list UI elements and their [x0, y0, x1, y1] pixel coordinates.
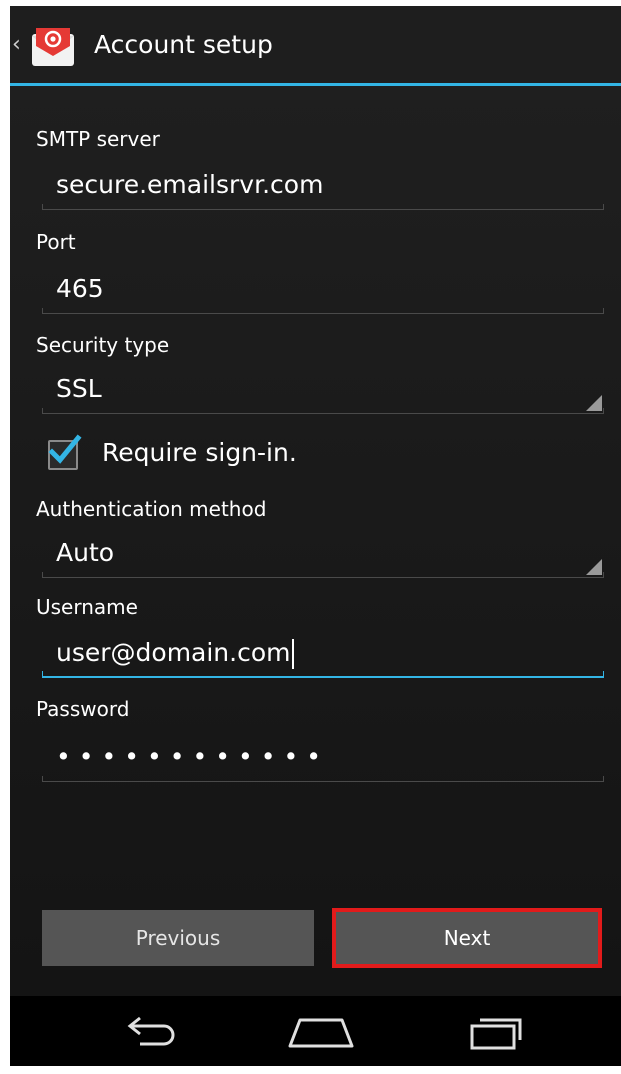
phone-screen: ‹ Account setup SMTP server secure.email…	[10, 6, 621, 1066]
auth-method-label: Authentication method	[36, 497, 267, 521]
previous-button[interactable]: Previous	[42, 910, 314, 966]
recent-apps-icon[interactable]	[464, 1010, 526, 1054]
back-icon[interactable]	[118, 1010, 180, 1054]
password-label: Password	[36, 697, 130, 721]
up-caret-icon[interactable]: ‹	[12, 34, 21, 56]
spinner-arrow-icon	[586, 395, 602, 411]
port-value: 465	[56, 274, 104, 303]
username-input[interactable]: user@domain.com	[42, 632, 604, 678]
password-input[interactable]: ••••••••••••	[42, 736, 604, 782]
spinner-arrow-icon	[586, 559, 602, 575]
field-underline-focused	[42, 671, 604, 678]
smtp-server-input[interactable]: secure.emailsrvr.com	[42, 164, 604, 210]
field-underline	[42, 408, 604, 414]
username-label: Username	[36, 595, 138, 619]
auth-method-value: Auto	[56, 538, 115, 567]
field-underline	[42, 308, 604, 314]
next-button[interactable]: Next	[332, 908, 602, 968]
security-type-value: SSL	[56, 374, 102, 403]
checkmark-icon	[48, 434, 82, 464]
require-signin-label[interactable]: Require sign-in.	[102, 436, 297, 470]
action-bar: ‹ Account setup	[10, 6, 621, 86]
security-type-spinner[interactable]: SSL	[42, 368, 604, 414]
field-underline	[42, 572, 604, 578]
form-content: SMTP server secure.emailsrvr.com Port 46…	[10, 86, 621, 996]
port-label: Port	[36, 230, 76, 254]
security-type-label: Security type	[36, 333, 170, 357]
username-value: user@domain.com	[56, 638, 291, 667]
home-icon[interactable]	[286, 1010, 356, 1054]
email-app-icon[interactable]	[30, 24, 76, 70]
auth-method-spinner[interactable]: Auto	[42, 532, 604, 578]
smtp-server-label: SMTP server	[36, 127, 160, 151]
password-value: ••••••••••••	[56, 742, 329, 771]
username-value-wrap: user@domain.com	[56, 636, 294, 670]
port-input[interactable]: 465	[42, 268, 604, 314]
text-cursor	[291, 639, 294, 669]
field-underline	[42, 776, 604, 782]
require-signin-checkbox[interactable]	[48, 434, 82, 470]
screen-title: Account setup	[94, 30, 273, 59]
navigation-bar	[10, 996, 621, 1066]
smtp-server-value: secure.emailsrvr.com	[56, 170, 324, 199]
field-underline	[42, 204, 604, 210]
